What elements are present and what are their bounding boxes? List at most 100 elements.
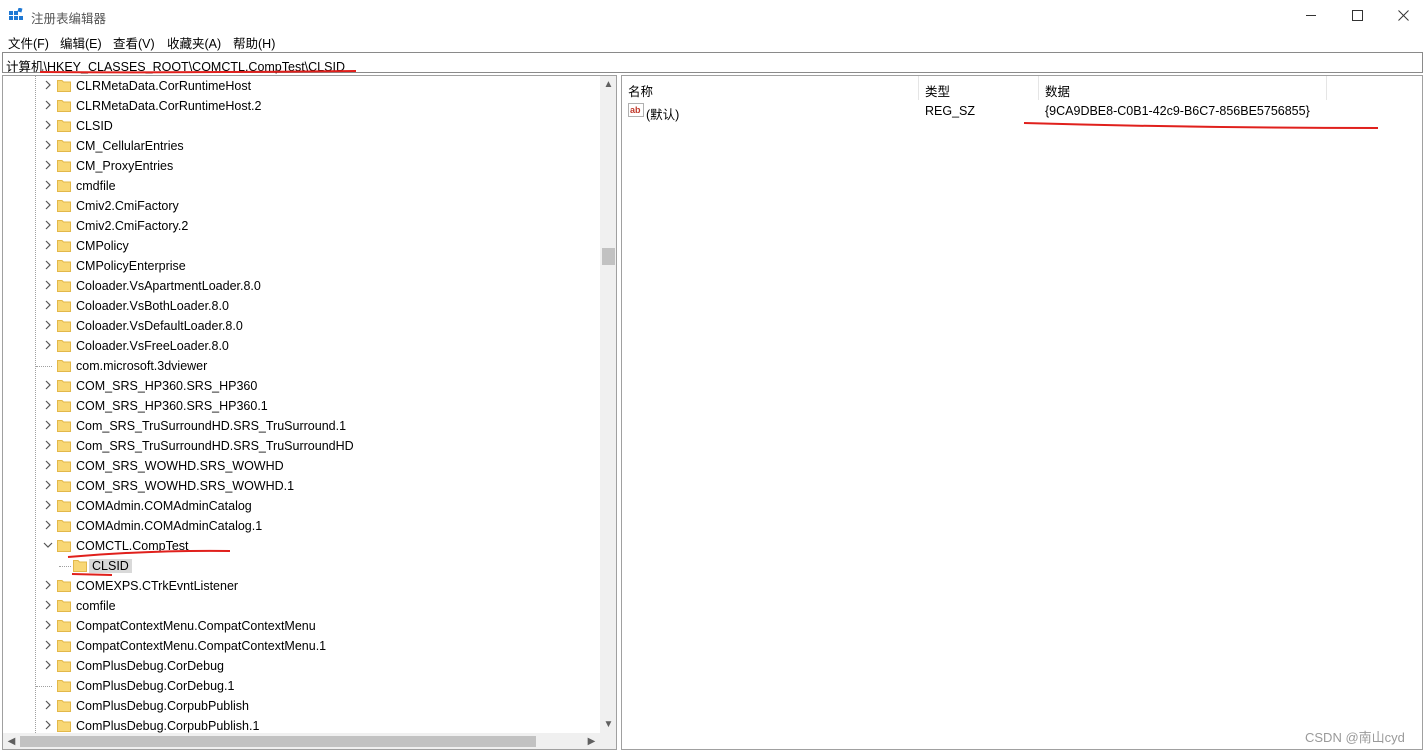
chevron-right-icon[interactable]	[43, 600, 53, 610]
menu-view[interactable]: 查看(V)	[113, 33, 155, 52]
values-pane[interactable]: 名称 类型 数据 ab (默认) REG_SZ {9CA9DBE8-C0B1-4…	[621, 75, 1423, 750]
scroll-right-icon[interactable]: ▶	[583, 733, 600, 749]
tree-item[interactable]: COMAdmin.COMAdminCatalog	[3, 496, 600, 516]
tree-item[interactable]: CM_ProxyEntries	[3, 156, 600, 176]
chevron-right-icon[interactable]	[43, 160, 53, 170]
tree-item[interactable]: CMPolicy	[3, 236, 600, 256]
chevron-right-icon[interactable]	[43, 420, 53, 430]
tree-item[interactable]: Coloader.VsFreeLoader.8.0	[3, 336, 600, 356]
minimize-button[interactable]	[1288, 0, 1334, 30]
chevron-right-icon[interactable]	[43, 300, 53, 310]
tree-item[interactable]: ComPlusDebug.CorDebug.1	[3, 676, 600, 696]
menu-help[interactable]: 帮助(H)	[233, 33, 275, 52]
tree-item[interactable]: CLRMetaData.CorRuntimeHost	[3, 76, 600, 96]
tree-item[interactable]: COMAdmin.COMAdminCatalog.1	[3, 516, 600, 536]
chevron-right-icon[interactable]	[43, 100, 53, 110]
tree-item[interactable]: CompatContextMenu.CompatContextMenu.1	[3, 636, 600, 656]
column-header-data[interactable]: 数据	[1039, 76, 1327, 100]
chevron-right-icon[interactable]	[43, 440, 53, 450]
tree-item[interactable]: CMPolicyEnterprise	[3, 256, 600, 276]
tree-item[interactable]: com.microsoft.3dviewer	[3, 356, 600, 376]
folder-icon	[57, 500, 71, 512]
tree-vertical-scrollbar[interactable]: ▲ ▼	[600, 76, 616, 733]
tree-item[interactable]: cmdfile	[3, 176, 600, 196]
chevron-right-icon[interactable]	[43, 180, 53, 190]
tree-item[interactable]: comfile	[3, 596, 600, 616]
chevron-right-icon[interactable]	[43, 240, 53, 250]
tree-item-label: ComPlusDebug.CorDebug	[76, 659, 224, 673]
tree-guide-stub	[36, 366, 52, 367]
tree-vertical-scroll-thumb[interactable]	[602, 248, 615, 265]
tree-item-label: CLSID	[76, 119, 113, 133]
chevron-right-icon[interactable]	[43, 80, 53, 90]
chevron-right-icon[interactable]	[43, 700, 53, 710]
menu-favorites[interactable]: 收藏夹(A)	[167, 33, 221, 52]
tree-item[interactable]: CLSID	[3, 116, 600, 136]
close-button[interactable]	[1380, 0, 1426, 30]
folder-icon	[57, 460, 71, 472]
chevron-right-icon[interactable]	[43, 480, 53, 490]
chevron-right-icon[interactable]	[43, 460, 53, 470]
chevron-right-icon[interactable]	[43, 400, 53, 410]
chevron-right-icon[interactable]	[43, 660, 53, 670]
tree-item[interactable]: Com_SRS_TruSurroundHD.SRS_TruSurround.1	[3, 416, 600, 436]
tree-item[interactable]: Com_SRS_TruSurroundHD.SRS_TruSurroundHD	[3, 436, 600, 456]
chevron-right-icon[interactable]	[43, 720, 53, 730]
chevron-right-icon[interactable]	[43, 200, 53, 210]
string-value-icon: ab	[628, 103, 644, 117]
tree-item[interactable]: CompatContextMenu.CompatContextMenu	[3, 616, 600, 636]
tree-item[interactable]: ComPlusDebug.CorpubPublish.1	[3, 716, 600, 733]
address-bar[interactable]: 计算机\HKEY_CLASSES_ROOT\COMCTL.CompTest\CL…	[2, 52, 1423, 74]
tree-item[interactable]: COMEXPS.CTrkEvntListener	[3, 576, 600, 596]
chevron-right-icon[interactable]	[43, 340, 53, 350]
chevron-right-icon[interactable]	[43, 500, 53, 510]
menu-edit[interactable]: 编辑(E)	[60, 33, 102, 52]
folder-icon	[57, 120, 71, 132]
chevron-down-icon[interactable]	[43, 540, 53, 550]
chevron-right-icon[interactable]	[43, 640, 53, 650]
chevron-right-icon[interactable]	[43, 320, 53, 330]
tree-horizontal-scrollbar[interactable]: ◀ ▶	[3, 733, 600, 749]
chevron-right-icon[interactable]	[43, 120, 53, 130]
folder-icon	[57, 440, 71, 452]
tree-item[interactable]: COMCTL.CompTest	[3, 536, 600, 556]
tree-item[interactable]: Cmiv2.CmiFactory.2	[3, 216, 600, 236]
key-tree-pane[interactable]: CLRMetaData.CorRuntimeHost CLRMetaData.Co…	[2, 75, 617, 750]
tree-item[interactable]: COM_SRS_HP360.SRS_HP360	[3, 376, 600, 396]
chevron-right-icon[interactable]	[43, 620, 53, 630]
tree-item[interactable]: Coloader.VsApartmentLoader.8.0	[3, 276, 600, 296]
folder-icon	[57, 140, 71, 152]
tree-item[interactable]: CLRMetaData.CorRuntimeHost.2	[3, 96, 600, 116]
folder-icon	[57, 620, 71, 632]
tree-item[interactable]: Cmiv2.CmiFactory	[3, 196, 600, 216]
tree-item-label: CM_ProxyEntries	[76, 159, 174, 173]
column-header-type[interactable]: 类型	[919, 76, 1039, 100]
tree-item-label: Coloader.VsFreeLoader.8.0	[76, 339, 229, 353]
chevron-right-icon[interactable]	[43, 580, 53, 590]
chevron-right-icon[interactable]	[43, 520, 53, 530]
tree-item[interactable]: COM_SRS_HP360.SRS_HP360.1	[3, 396, 600, 416]
chevron-right-icon[interactable]	[43, 280, 53, 290]
scroll-down-icon[interactable]: ▼	[600, 716, 616, 733]
column-header-name[interactable]: 名称	[622, 76, 919, 100]
tree-horizontal-scroll-thumb[interactable]	[20, 736, 536, 747]
tree-item-label: com.microsoft.3dviewer	[76, 359, 208, 373]
tree-item[interactable]: Coloader.VsBothLoader.8.0	[3, 296, 600, 316]
folder-icon	[57, 300, 71, 312]
chevron-right-icon[interactable]	[43, 140, 53, 150]
tree-item[interactable]: COM_SRS_WOWHD.SRS_WOWHD.1	[3, 476, 600, 496]
scroll-up-icon[interactable]: ▲	[600, 76, 616, 93]
value-row[interactable]: ab (默认) REG_SZ {9CA9DBE8-C0B1-42c9-B6C7-…	[622, 100, 1422, 122]
tree-item[interactable]: ComPlusDebug.CorDebug	[3, 656, 600, 676]
chevron-right-icon[interactable]	[43, 220, 53, 230]
tree-item[interactable]: CM_CellularEntries	[3, 136, 600, 156]
chevron-right-icon[interactable]	[43, 380, 53, 390]
tree-item[interactable]: CLSID	[3, 556, 600, 576]
tree-item[interactable]: Coloader.VsDefaultLoader.8.0	[3, 316, 600, 336]
menu-file[interactable]: 文件(F)	[8, 33, 49, 52]
maximize-button[interactable]	[1334, 0, 1380, 30]
tree-item[interactable]: COM_SRS_WOWHD.SRS_WOWHD	[3, 456, 600, 476]
scroll-left-icon[interactable]: ◀	[3, 733, 20, 749]
chevron-right-icon[interactable]	[43, 260, 53, 270]
tree-item[interactable]: ComPlusDebug.CorpubPublish	[3, 696, 600, 716]
